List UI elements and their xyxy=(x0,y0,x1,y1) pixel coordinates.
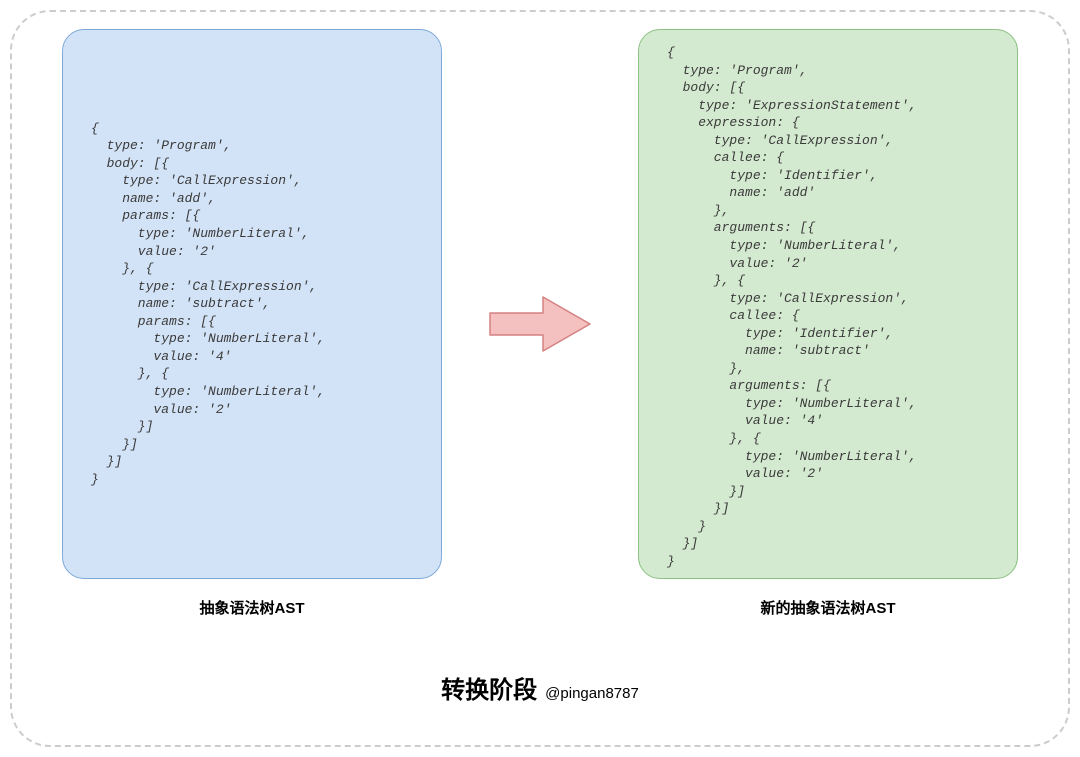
footer-title: 转换阶段 @pingan8787 xyxy=(12,670,1068,705)
footer-sub-text: @pingan8787 xyxy=(545,685,639,702)
right-panel-label: 新的抽象语法树AST xyxy=(760,597,895,618)
arrow-container xyxy=(480,289,600,359)
content-area: { type: 'Program', body: [{ type: 'CallE… xyxy=(62,52,1018,595)
left-ast-code: { type: 'Program', body: [{ type: 'CallE… xyxy=(91,120,325,488)
right-ast-code: { type: 'Program', body: [{ type: 'Expre… xyxy=(667,44,917,570)
footer-main-text: 转换阶段 xyxy=(441,670,537,705)
right-ast-panel: { type: 'Program', body: [{ type: 'Expre… xyxy=(638,29,1018,579)
right-panel-wrapper: { type: 'Program', body: [{ type: 'Expre… xyxy=(638,29,1018,618)
left-panel-wrapper: { type: 'Program', body: [{ type: 'CallE… xyxy=(62,29,442,618)
diagram-container: { type: 'Program', body: [{ type: 'CallE… xyxy=(10,10,1070,747)
left-panel-label: 抽象语法树AST xyxy=(199,597,304,618)
arrow-right-icon xyxy=(485,289,595,359)
left-ast-panel: { type: 'Program', body: [{ type: 'CallE… xyxy=(62,29,442,579)
